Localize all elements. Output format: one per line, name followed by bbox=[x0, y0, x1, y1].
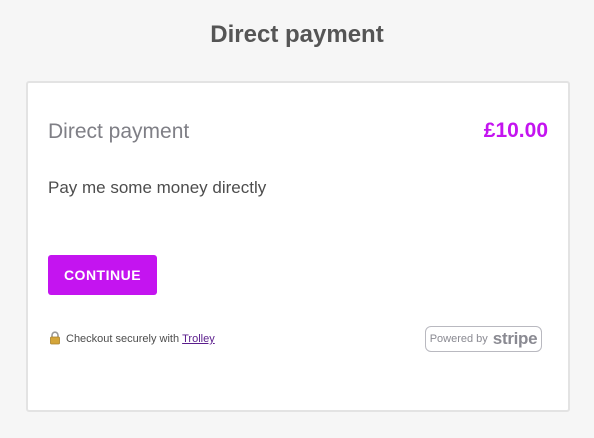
product-description: Pay me some money directly bbox=[48, 178, 267, 197]
price: £10.00 bbox=[483, 119, 548, 142]
payment-card: Direct payment £10.00 Pay me some money … bbox=[26, 81, 570, 412]
secure-text: Checkout securely with bbox=[66, 333, 180, 345]
trolley-link[interactable]: Trolley bbox=[182, 333, 215, 345]
continue-button[interactable]: CONTINUE bbox=[48, 255, 157, 295]
powered-by-label: Powered by bbox=[429, 333, 488, 345]
secure-checkout-note: Checkout securely with Trolley bbox=[48, 331, 215, 346]
powered-by-stripe-badge[interactable]: Powered by stripe bbox=[425, 326, 542, 352]
page-title: Direct payment bbox=[210, 21, 384, 48]
lock-icon bbox=[48, 331, 62, 345]
checkout-page: Direct payment Direct payment £10.00 Pay… bbox=[0, 0, 594, 438]
stripe-logo: stripe bbox=[492, 329, 538, 348]
product-name: Direct payment bbox=[48, 120, 190, 143]
